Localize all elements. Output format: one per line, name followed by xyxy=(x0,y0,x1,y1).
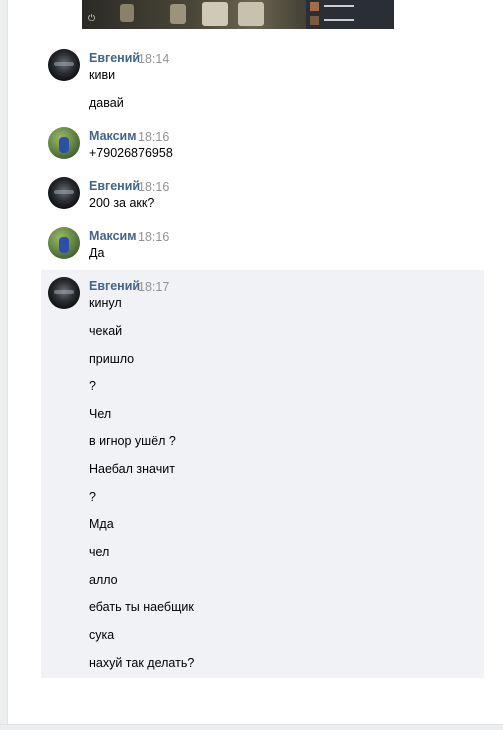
message-time[interactable]: 18:16 xyxy=(138,180,169,194)
message-group: Максим 18:16 Да xyxy=(41,220,484,270)
power-icon: ⏻ xyxy=(88,13,96,23)
author-name[interactable]: Максим xyxy=(89,229,137,243)
avatar[interactable] xyxy=(48,177,80,209)
author-name[interactable]: Евгений xyxy=(89,279,140,293)
message-text: киви xyxy=(89,68,116,82)
avatar[interactable] xyxy=(48,277,80,309)
avatar[interactable] xyxy=(48,49,80,81)
message-text: кинул xyxy=(89,296,122,310)
avatar[interactable] xyxy=(48,127,80,159)
attachment-figure xyxy=(238,2,264,26)
message-text: 200 за акк? xyxy=(89,196,155,210)
message-text: чекай xyxy=(89,324,123,338)
message-time[interactable]: 18:17 xyxy=(138,280,169,294)
message-text: пришло xyxy=(89,352,135,366)
author-name[interactable]: Максим xyxy=(89,129,137,143)
avatar[interactable] xyxy=(48,227,80,259)
message-group: Максим 18:16 +79026876958 xyxy=(41,120,484,170)
attachment-side-panel xyxy=(306,0,394,29)
message-text: давай xyxy=(89,96,124,110)
message-text: Наебал значит xyxy=(89,462,175,476)
message-group: Евгений 18:14 киви давай xyxy=(41,42,484,120)
message-text: алло xyxy=(89,573,118,587)
message-text: ебать ты наебщик xyxy=(89,600,194,614)
message-text: Мда xyxy=(89,517,114,531)
message-text: нахуй так делать? xyxy=(89,656,195,670)
message-time[interactable]: 18:16 xyxy=(138,130,169,144)
message-text: Да xyxy=(89,246,105,260)
message-text: чел xyxy=(89,545,110,559)
message-group: Евгений 18:17 кинул чекай пришло? Чел в игнор … xyxy=(41,270,484,678)
chat-page: ⏻ Евгений 18:14 киви давай Максим 18:16 +79026… xyxy=(7,0,503,724)
message-text: ? xyxy=(89,490,96,504)
screenshot-attachment[interactable]: ⏻ xyxy=(82,0,394,29)
message-group: Евгений 18:16 200 за акк? xyxy=(41,170,484,220)
bottom-bar xyxy=(0,724,503,730)
message-text: сука xyxy=(89,628,115,642)
attachment-figure xyxy=(202,2,228,26)
attachment-figure xyxy=(170,4,186,24)
message-time[interactable]: 18:16 xyxy=(138,230,169,244)
message-text: Чел xyxy=(89,407,112,421)
author-name[interactable]: Евгений xyxy=(89,51,140,65)
attachment-figure xyxy=(120,4,134,22)
message-text: ? xyxy=(89,379,96,393)
author-name[interactable]: Евгений xyxy=(89,179,140,193)
message-text: +79026876958 xyxy=(89,146,173,160)
message-text: в игнор ушёл ? xyxy=(89,434,176,448)
message-time[interactable]: 18:14 xyxy=(138,52,169,66)
